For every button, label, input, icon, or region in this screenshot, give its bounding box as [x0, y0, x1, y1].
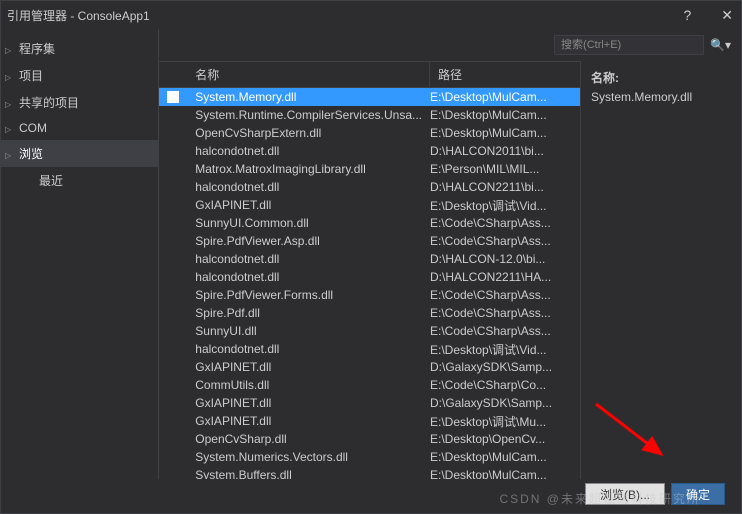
table-row[interactable]: GxIAPINET.dllE:\Desktop\调试\Vid...: [159, 196, 580, 214]
row-path: E:\Desktop\调试\Vid...: [430, 197, 580, 214]
header-name[interactable]: 名称: [187, 62, 430, 87]
table-row[interactable]: Spire.PdfViewer.Asp.dllE:\Code\CSharp\As…: [159, 232, 580, 250]
row-name: halcondotnet.dll: [187, 342, 430, 356]
row-name: System.Buffers.dll: [187, 468, 430, 479]
table-row[interactable]: GxIAPINET.dllE:\Desktop\调试\Mu...: [159, 412, 580, 430]
row-name: halcondotnet.dll: [187, 180, 430, 194]
table-row[interactable]: GxIAPINET.dllD:\GalaxySDK\Samp...: [159, 394, 580, 412]
help-icon[interactable]: ?: [683, 7, 691, 23]
row-path: E:\Code\CSharp\Ass...: [430, 324, 580, 338]
list-body[interactable]: System.Memory.dllE:\Desktop\MulCam...Sys…: [159, 88, 580, 479]
detail-label: 名称:: [591, 69, 731, 86]
table-row[interactable]: Spire.Pdf.dllE:\Code\CSharp\Ass...: [159, 304, 580, 322]
row-path: E:\Code\CSharp\Ass...: [430, 288, 580, 302]
sidebar: 程序集 项目 共享的项目 COM 浏览 最近: [1, 29, 158, 479]
list-header: 名称 路径: [159, 61, 580, 88]
row-path: D:\HALCON2211\bi...: [430, 180, 580, 194]
row-name: GxIAPINET.dll: [187, 360, 430, 374]
table-row[interactable]: OpenCvSharpExtern.dllE:\Desktop\MulCam..…: [159, 124, 580, 142]
sidebar-item-browse[interactable]: 浏览: [1, 140, 158, 167]
table-row[interactable]: SunnyUI.dllE:\Code\CSharp\Ass...: [159, 322, 580, 340]
row-path: E:\Code\CSharp\Ass...: [430, 216, 580, 230]
row-path: D:\GalaxySDK\Samp...: [430, 396, 580, 410]
row-name: SunnyUI.Common.dll: [187, 216, 430, 230]
row-name: System.Runtime.CompilerServices.Unsa...: [187, 108, 430, 122]
main-area: 程序集 项目 共享的项目 COM 浏览 最近 🔍▾ 名称 路径 System.M…: [1, 29, 741, 479]
row-path: E:\Desktop\调试\Vid...: [430, 341, 580, 358]
detail-panel: 名称: System.Memory.dll: [581, 61, 741, 479]
row-path: E:\Code\CSharp\Ass...: [430, 306, 580, 320]
browse-button[interactable]: 浏览(B)...: [585, 483, 665, 505]
table-row[interactable]: Spire.PdfViewer.Forms.dllE:\Code\CSharp\…: [159, 286, 580, 304]
row-name: CommUtils.dll: [187, 378, 430, 392]
title-bar: 引用管理器 - ConsoleApp1 ? ✕: [1, 1, 741, 29]
reference-list: 名称 路径 System.Memory.dllE:\Desktop\MulCam…: [159, 61, 581, 479]
row-path: E:\Desktop\MulCam...: [430, 126, 580, 140]
table-row[interactable]: halcondotnet.dllD:\HALCON2011\bi...: [159, 142, 580, 160]
footer: CSDN @未来超低端科技研究所 浏览(B)... 确定: [1, 479, 741, 509]
table-row[interactable]: halcondotnet.dllD:\HALCON-12.0\bi...: [159, 250, 580, 268]
header-checkbox: [159, 62, 187, 87]
sidebar-item-projects[interactable]: 项目: [1, 62, 158, 89]
search-input[interactable]: [554, 35, 704, 55]
row-name: OpenCvSharpExtern.dll: [187, 126, 430, 140]
row-name: SunnyUI.dll: [187, 324, 430, 338]
row-path: E:\Desktop\调试\Mu...: [430, 413, 580, 430]
row-path: D:\GalaxySDK\Samp...: [430, 360, 580, 374]
row-path: E:\Desktop\OpenCv...: [430, 432, 580, 446]
ok-button[interactable]: 确定: [671, 483, 725, 505]
table-row[interactable]: System.Numerics.Vectors.dllE:\Desktop\Mu…: [159, 448, 580, 466]
row-name: Matrox.MatroxImagingLibrary.dll: [187, 162, 430, 176]
row-name: halcondotnet.dll: [187, 144, 430, 158]
row-path: E:\Desktop\MulCam...: [430, 108, 580, 122]
row-name: halcondotnet.dll: [187, 252, 430, 266]
row-path: E:\Code\CSharp\Ass...: [430, 234, 580, 248]
row-path: E:\Desktop\MulCam...: [430, 90, 580, 104]
table-row[interactable]: System.Buffers.dllE:\Desktop\MulCam...: [159, 466, 580, 479]
row-path: E:\Desktop\MulCam...: [430, 450, 580, 464]
sidebar-item-recent[interactable]: 最近: [1, 167, 158, 194]
row-name: Spire.PdfViewer.Forms.dll: [187, 288, 430, 302]
row-path: D:\HALCON2211\HA...: [430, 270, 580, 284]
row-checkbox[interactable]: [167, 91, 179, 103]
close-icon[interactable]: ✕: [721, 7, 733, 24]
table-row[interactable]: GxIAPINET.dllD:\GalaxySDK\Samp...: [159, 358, 580, 376]
row-name: GxIAPINET.dll: [187, 396, 430, 410]
search-row: 🔍▾: [159, 29, 741, 61]
table-row[interactable]: System.Memory.dllE:\Desktop\MulCam...: [159, 88, 580, 106]
row-path: E:\Code\CSharp\Co...: [430, 378, 580, 392]
table-row[interactable]: SunnyUI.Common.dllE:\Code\CSharp\Ass...: [159, 214, 580, 232]
row-name: Spire.PdfViewer.Asp.dll: [187, 234, 430, 248]
row-name: GxIAPINET.dll: [187, 198, 430, 212]
row-path: D:\HALCON-12.0\bi...: [430, 252, 580, 266]
table-row[interactable]: halcondotnet.dllE:\Desktop\调试\Vid...: [159, 340, 580, 358]
table-row[interactable]: halcondotnet.dllD:\HALCON2211\HA...: [159, 268, 580, 286]
table-row[interactable]: OpenCvSharp.dllE:\Desktop\OpenCv...: [159, 430, 580, 448]
center-panel: 🔍▾ 名称 路径 System.Memory.dllE:\Desktop\Mul…: [158, 29, 741, 479]
row-name: Spire.Pdf.dll: [187, 306, 430, 320]
sidebar-item-assemblies[interactable]: 程序集: [1, 35, 158, 62]
detail-value: System.Memory.dll: [591, 90, 731, 104]
sidebar-item-com[interactable]: COM: [1, 116, 158, 140]
row-name: System.Numerics.Vectors.dll: [187, 450, 430, 464]
row-name: halcondotnet.dll: [187, 270, 430, 284]
table-row[interactable]: CommUtils.dllE:\Code\CSharp\Co...: [159, 376, 580, 394]
header-path[interactable]: 路径: [430, 62, 580, 87]
search-icon[interactable]: 🔍▾: [710, 38, 731, 52]
row-path: E:\Person\MIL\MIL...: [430, 162, 580, 176]
row-name: OpenCvSharp.dll: [187, 432, 430, 446]
row-path: D:\HALCON2011\bi...: [430, 144, 580, 158]
table-row[interactable]: System.Runtime.CompilerServices.Unsa...E…: [159, 106, 580, 124]
table-row[interactable]: halcondotnet.dllD:\HALCON2211\bi...: [159, 178, 580, 196]
row-name: System.Memory.dll: [187, 90, 430, 104]
row-path: E:\Desktop\MulCam...: [430, 468, 580, 479]
row-name: GxIAPINET.dll: [187, 414, 430, 428]
table-row[interactable]: Matrox.MatroxImagingLibrary.dllE:\Person…: [159, 160, 580, 178]
window-title: 引用管理器 - ConsoleApp1: [7, 7, 150, 24]
sidebar-item-shared[interactable]: 共享的项目: [1, 89, 158, 116]
